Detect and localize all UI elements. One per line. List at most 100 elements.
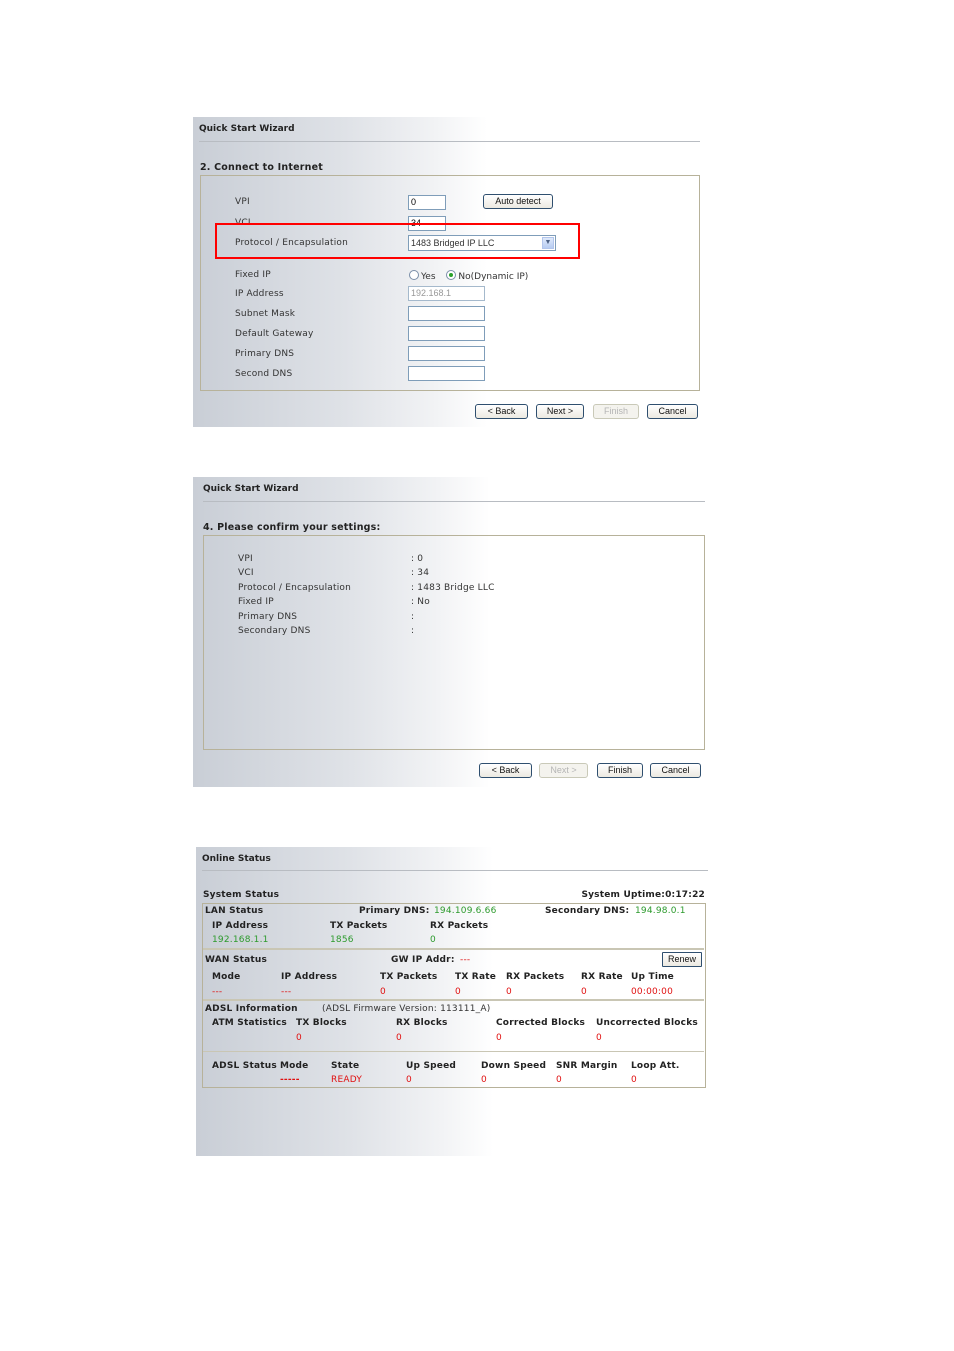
lan-value-rx-packets: 0: [430, 935, 436, 945]
vpi-label: VPI: [235, 197, 250, 207]
primary-dns-value: 194.109.6.66: [434, 906, 497, 916]
lan-header-ip-address: IP Address: [212, 921, 269, 931]
wan-value-mode: ---: [212, 987, 223, 997]
confirm-label-secondary-dns: Secondary DNS: [238, 626, 311, 636]
fixed-ip-yes-option[interactable]: Yes: [409, 270, 436, 282]
confirm-value-secondary-dns: :: [411, 626, 415, 636]
radio-selected-icon[interactable]: [446, 270, 457, 280]
lan-value-tx-packets: 1856: [330, 935, 354, 945]
fixed-ip-no-option[interactable]: No(Dynamic IP): [446, 270, 529, 282]
title-divider: [199, 141, 700, 142]
confirm-value-protocol: : 1483 Bridge LLC: [411, 583, 495, 593]
radio-unselected-icon[interactable]: [409, 270, 419, 280]
wan-header-tx-rate: TX Rate: [455, 972, 497, 982]
adsl-value-loop-att: 0: [631, 1075, 637, 1085]
adsl-value-mode: -----: [280, 1075, 300, 1085]
confirm-label-vpi: VPI: [238, 554, 253, 564]
wan-header-rx-rate: RX Rate: [581, 972, 623, 982]
primary-dns-label: Primary DNS: [235, 349, 295, 359]
atm-value-tx-blocks: 0: [296, 1033, 302, 1043]
fixed-ip-label: Fixed IP: [235, 270, 271, 280]
title-divider: [202, 870, 708, 871]
renew-button[interactable]: Renew: [662, 952, 702, 967]
section-divider: [203, 1051, 704, 1052]
quick-start-wizard-confirm-panel: Quick Start Wizard 4. Please confirm you…: [193, 477, 705, 787]
atm-header-rx-blocks: RX Blocks: [396, 1018, 448, 1028]
confirm-value-primary-dns: :: [411, 612, 415, 622]
atm-value-corrected-blocks: 0: [496, 1033, 502, 1043]
adsl-firmware-version: (ADSL Firmware Version: 113111_A): [322, 1004, 491, 1014]
second-dns-input[interactable]: [408, 366, 485, 381]
atm-value-rx-blocks: 0: [396, 1033, 402, 1043]
cancel-button[interactable]: Cancel: [650, 763, 701, 778]
atm-value-uncorrected-blocks: 0: [596, 1033, 602, 1043]
panel-title: Online Status: [202, 854, 271, 864]
finish-button[interactable]: Finish: [597, 763, 643, 778]
adsl-header-snr-margin: SNR Margin: [556, 1061, 618, 1071]
wan-value-rx-rate: 0: [581, 987, 587, 997]
adsl-value-down-speed: 0: [481, 1075, 487, 1085]
subnet-mask-label: Subnet Mask: [235, 309, 296, 319]
default-gateway-label: Default Gateway: [235, 329, 314, 339]
adsl-value-up-speed: 0: [406, 1075, 412, 1085]
adsl-value-state: READY: [331, 1075, 363, 1085]
system-status-label: System Status: [203, 890, 280, 900]
fixed-ip-yes-label: Yes: [421, 272, 436, 282]
lan-status-title: LAN Status: [205, 906, 264, 916]
wan-header-mode: Mode: [212, 972, 241, 982]
lan-header-tx-packets: TX Packets: [330, 921, 388, 931]
wan-value-rx-packets: 0: [506, 987, 512, 997]
finish-button[interactable]: Finish: [593, 404, 639, 419]
wan-header-ip-address: IP Address: [281, 972, 338, 982]
panel-title: Quick Start Wizard: [199, 124, 295, 134]
wan-value-up-time: 00:00:00: [631, 987, 674, 997]
next-button[interactable]: Next >: [536, 404, 584, 419]
section-divider: [203, 948, 704, 950]
adsl-header-state: State: [331, 1061, 360, 1071]
adsl-header-mode: Mode: [280, 1061, 309, 1071]
gw-ip-label: GW IP Addr:: [391, 955, 455, 965]
ip-address-label: IP Address: [235, 289, 284, 299]
lan-value-ip-address: 192.168.1.1: [212, 935, 269, 945]
wan-header-tx-packets: TX Packets: [380, 972, 438, 982]
wan-status-title: WAN Status: [205, 955, 268, 965]
vpi-input[interactable]: 0: [408, 195, 446, 210]
online-status-panel: Online Status System Status System Uptim…: [196, 847, 708, 1156]
primary-dns-label: Primary DNS:: [359, 906, 430, 916]
next-button[interactable]: Next >: [539, 763, 588, 778]
primary-dns-input[interactable]: [408, 346, 485, 361]
fixed-ip-no-label: No(Dynamic IP): [458, 272, 529, 282]
confirm-label-vci: VCI: [238, 568, 254, 578]
quick-start-wizard-connect-panel: Quick Start Wizard 2. Connect to Interne…: [193, 117, 700, 427]
secondary-dns-value: 194.98.0.1: [635, 906, 686, 916]
auto-detect-button[interactable]: Auto detect: [483, 194, 553, 209]
wan-value-tx-rate: 0: [455, 987, 461, 997]
title-divider: [203, 501, 705, 502]
cancel-button[interactable]: Cancel: [647, 404, 698, 419]
fixed-ip-radio-group: Yes No(Dynamic IP): [409, 270, 536, 282]
adsl-header-status: ADSL Status: [212, 1061, 277, 1071]
confirm-settings-box: [203, 535, 705, 750]
confirm-value-vci: : 34: [411, 568, 430, 578]
adsl-header-down-speed: Down Speed: [481, 1061, 547, 1071]
subnet-mask-input[interactable]: [408, 306, 485, 321]
wan-value-tx-packets: 0: [380, 987, 386, 997]
default-gateway-input[interactable]: [408, 326, 485, 341]
panel-title: Quick Start Wizard: [203, 484, 299, 494]
confirm-label-fixed-ip: Fixed IP: [238, 597, 274, 607]
wan-header-rx-packets: RX Packets: [506, 972, 565, 982]
system-uptime: System Uptime:0:17:22: [581, 890, 705, 900]
ip-address-input[interactable]: 192.168.1: [408, 286, 485, 301]
back-button[interactable]: < Back: [479, 763, 532, 778]
back-button[interactable]: < Back: [475, 404, 528, 419]
confirm-label-primary-dns: Primary DNS: [238, 612, 298, 622]
section-title: 2. Connect to Internet: [200, 162, 323, 173]
atm-header-corrected-blocks: Corrected Blocks: [496, 1018, 586, 1028]
adsl-value-snr-margin: 0: [556, 1075, 562, 1085]
atm-header-tx-blocks: TX Blocks: [296, 1018, 347, 1028]
adsl-header-up-speed: Up Speed: [406, 1061, 457, 1071]
atm-header-statistics: ATM Statistics: [212, 1018, 287, 1028]
confirm-value-fixed-ip: : No: [411, 597, 430, 607]
highlight-frame: [215, 223, 580, 259]
adsl-info-title: ADSL Information: [205, 1004, 298, 1014]
